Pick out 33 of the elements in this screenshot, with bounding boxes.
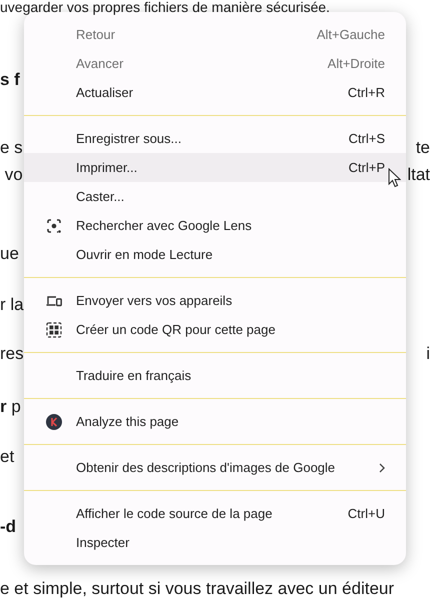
page-text: uvegarder vos propres fichiers de manière sécurisée.: [0, 0, 330, 14]
page-text: s f: [0, 69, 20, 91]
page-text: res: [0, 343, 24, 365]
shortcut-text: Ctrl+S: [348, 130, 385, 148]
menu-item[interactable]: Analyze this page: [24, 407, 406, 436]
page-text: i: [426, 343, 430, 365]
menu-item[interactable]: Envoyer vers vos appareils: [24, 286, 406, 315]
shortcut-text: Alt+Droite: [328, 54, 385, 73]
shortcut-text: Alt+Gauche: [316, 26, 385, 44]
menu-item[interactable]: Ouvrir en mode Lecture: [24, 240, 406, 269]
page-text: et: [0, 446, 14, 468]
menu-item[interactable]: Afficher le code source de la page Ctrl+U: [24, 499, 406, 528]
page-text: e et simple, surtout si vous travaillez avec un éditeur: [0, 578, 394, 600]
shortcut-text: Ctrl+R: [348, 84, 385, 102]
menu-item[interactable]: Actualiser Ctrl+R: [24, 78, 406, 107]
page-text: ltat: [407, 164, 430, 186]
page-text: ue: [0, 243, 19, 265]
shortcut-text: Ctrl+P: [348, 158, 385, 177]
menu-item[interactable]: Inspecter: [24, 528, 406, 557]
menu-item[interactable]: Enregistrer sous... Ctrl+S: [24, 124, 406, 153]
menu-item[interactable]: Imprimer... Ctrl+P: [24, 153, 406, 182]
menu-item[interactable]: Créer un code QR pour cette page: [24, 315, 406, 344]
page-text: vo: [4, 164, 23, 186]
menu-item[interactable]: Rechercher avec Google Lens: [24, 211, 406, 240]
menu-item[interactable]: Traduire en français: [24, 361, 406, 390]
menu-item[interactable]: Obtenir des descriptions d'images de Google: [24, 453, 406, 482]
menu-item[interactable]: Caster...: [24, 182, 406, 211]
page-text: e s: [0, 137, 23, 159]
shortcut-text: Ctrl+U: [348, 504, 385, 523]
page-text: r p: [0, 396, 21, 418]
page-text: te: [416, 137, 430, 159]
page-text: r la: [0, 294, 24, 316]
page-text: -d: [0, 516, 16, 538]
